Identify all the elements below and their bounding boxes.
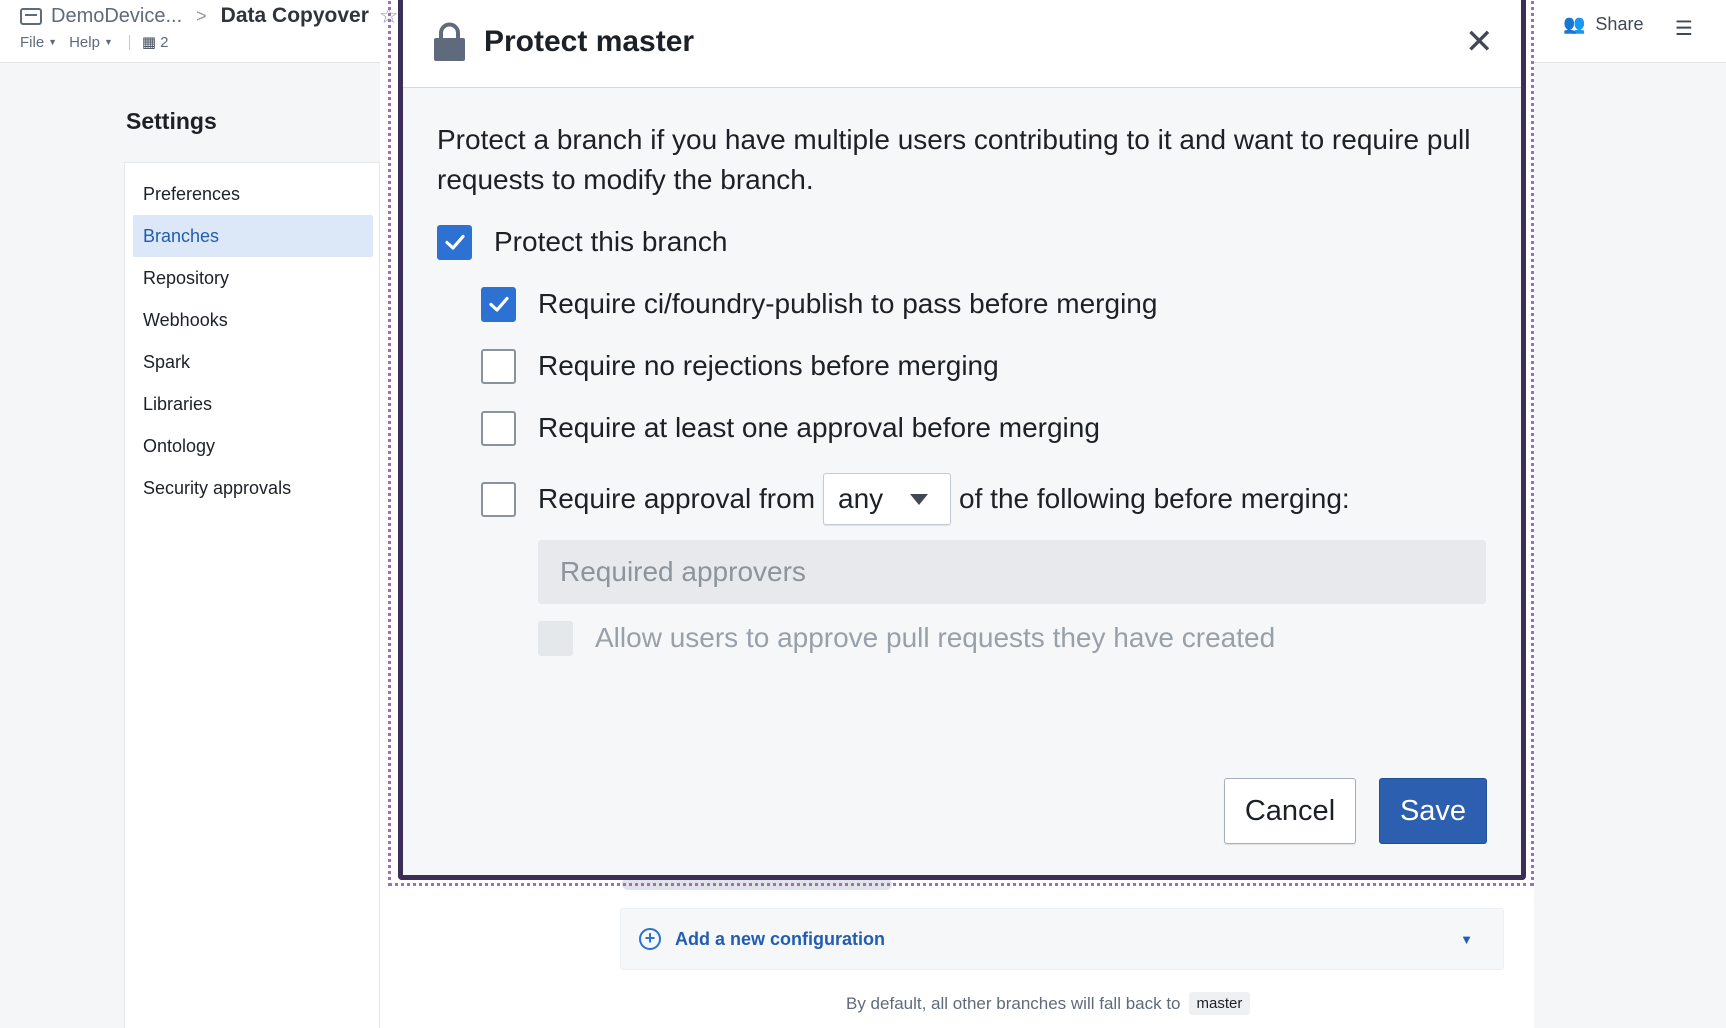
close-icon[interactable]: ✕ (1465, 24, 1494, 60)
nav-item-webhooks[interactable]: Webhooks (133, 299, 373, 341)
chevron-right-icon: > (196, 5, 207, 26)
allow-self-approve-option: Allow users to approve pull requests the… (538, 618, 1275, 658)
allow-self-approve-label: Allow users to approve pull requests the… (595, 622, 1276, 653)
breadcrumb-parent[interactable]: DemoDevice... (51, 5, 182, 28)
branches-indicator[interactable]: ▦ 2 (141, 33, 169, 52)
default-branch-chip: master (1188, 992, 1251, 1015)
nav-item-preferences[interactable]: Preferences (133, 173, 373, 215)
caret-down-icon: ▼ (48, 37, 58, 47)
require-no-rejections-label[interactable]: Require no rejections before merging (538, 350, 999, 382)
require-ci-checkbox[interactable] (481, 286, 516, 322)
share-label: Share (1595, 14, 1644, 34)
check-icon (444, 234, 465, 250)
settings-title: Settings (126, 108, 217, 134)
nav-item-ontology[interactable]: Ontology (133, 425, 373, 467)
breadcrumb-current[interactable]: Data Copyover (221, 4, 369, 28)
require-ci-option: Require ci/foundry-publish to pass befor… (481, 284, 1157, 324)
cancel-button[interactable]: Cancel (1224, 778, 1356, 844)
settings-nav: Preferences Branches Repository Webhooks… (124, 162, 380, 1028)
nav-item-security-approvals[interactable]: Security approvals (133, 467, 373, 509)
add-configuration-label: Add a new configuration (675, 928, 885, 949)
caret-down-icon: ▼ (1460, 932, 1473, 947)
dialog-description: Protect a branch if you have multiple us… (437, 124, 1471, 195)
panel-toggle-icon[interactable]: ☰ (1675, 16, 1693, 41)
protect-branch-option: Protect this branch (437, 222, 727, 262)
lock-icon (434, 22, 465, 61)
save-button[interactable]: Save (1379, 778, 1487, 844)
allow-self-approve-checkbox[interactable] (538, 620, 573, 656)
require-no-rejections-checkbox[interactable] (481, 348, 516, 384)
nav-item-libraries[interactable]: Libraries (133, 383, 373, 425)
default-note-text: By default, all other branches will fall… (846, 993, 1181, 1013)
required-approvers-input[interactable] (538, 540, 1486, 604)
file-menu[interactable]: File ▼ (20, 34, 57, 51)
approval-mode-value: any (838, 483, 884, 514)
share-button[interactable]: 👥 Share (1563, 14, 1643, 35)
require-no-rejections-option: Require no rejections before merging (481, 346, 999, 386)
add-configuration-button[interactable]: + Add a new configuration ▼ (620, 908, 1504, 970)
require-approval-from-option: Require approval from any of the followi… (481, 471, 1350, 527)
require-one-approval-option: Require at least one approval before mer… (481, 408, 1100, 448)
caret-down-icon: ▼ (103, 37, 113, 47)
dialog-header: Protect master ✕ (403, 0, 1521, 88)
add-circle-icon: + (639, 928, 661, 950)
require-approval-from-checkbox[interactable] (481, 481, 516, 517)
check-icon (488, 296, 509, 312)
nav-item-repository[interactable]: Repository (133, 257, 373, 299)
require-approval-from-suffix: of the following before merging: (959, 483, 1350, 514)
menu-bar: File ▼ Help ▼ ▦ 2 (20, 33, 180, 52)
require-one-approval-checkbox[interactable] (481, 410, 516, 446)
branch-count: 2 (160, 33, 169, 51)
help-menu[interactable]: Help ▼ (69, 34, 113, 51)
nav-item-branches[interactable]: Branches (133, 215, 373, 257)
building-icon: ▦ (141, 34, 157, 51)
protect-branch-checkbox[interactable] (437, 224, 472, 260)
file-menu-label: File (20, 33, 45, 51)
require-ci-label[interactable]: Require ci/foundry-publish to pass befor… (538, 288, 1157, 320)
default-branch-note: By default, all other branches will fall… (846, 992, 1251, 1015)
help-menu-label: Help (69, 33, 100, 51)
repository-icon (20, 7, 42, 25)
menu-divider (128, 34, 130, 50)
dialog-title: Protect master (484, 25, 695, 58)
caret-down-icon (910, 494, 929, 505)
protect-branch-label[interactable]: Protect this branch (494, 226, 727, 258)
nav-item-spark[interactable]: Spark (133, 341, 373, 383)
require-one-approval-label[interactable]: Require at least one approval before mer… (538, 412, 1100, 444)
require-approval-from-label[interactable]: Require approval from (538, 483, 815, 515)
people-icon: 👥 (1563, 14, 1586, 34)
protect-branch-dialog: Protect master ✕ Protect a branch if you… (398, 0, 1526, 880)
breadcrumb: DemoDevice... > Data Copyover ☆ (20, 2, 399, 30)
approval-mode-select[interactable]: any (823, 473, 952, 525)
